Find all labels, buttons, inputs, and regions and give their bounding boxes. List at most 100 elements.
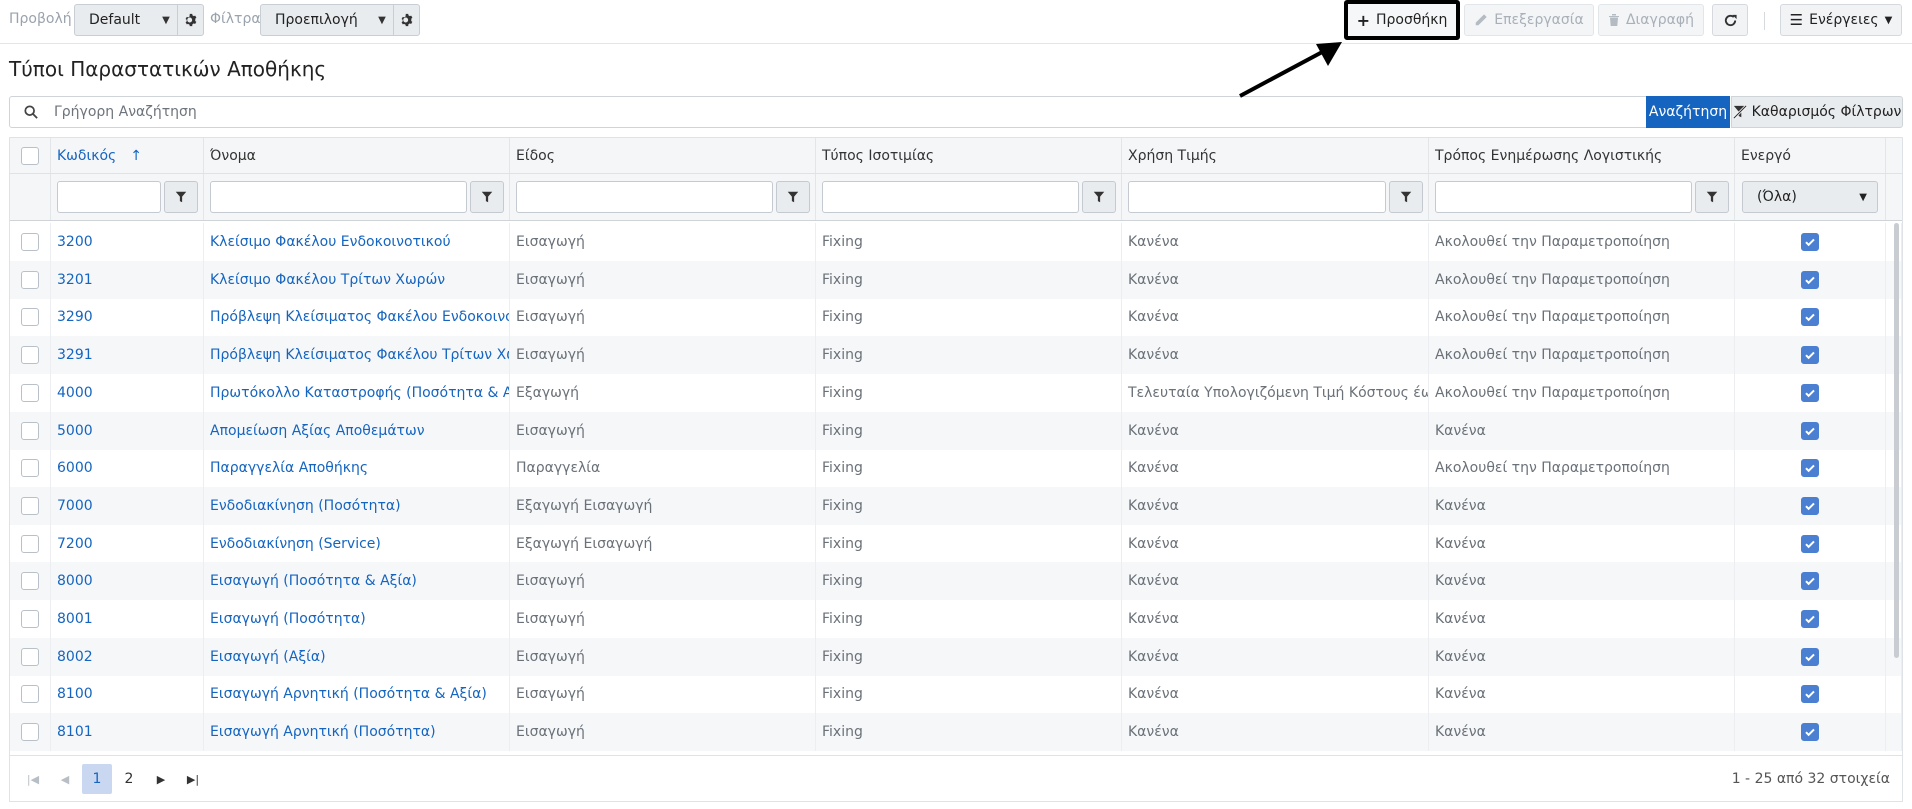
- active-filter-select[interactable]: (Όλα) ▼: [1742, 181, 1878, 213]
- row-name-link[interactable]: Κλείσιμο Φακέλου Ενδοκοινοτικού: [210, 234, 451, 250]
- table-row[interactable]: 8002 Εισαγωγή (Αξία) Εισαγωγή Fixing Κανένα Κ…: [10, 637, 1902, 676]
- row-checkbox[interactable]: [21, 270, 39, 289]
- page-button-1[interactable]: 1: [82, 764, 112, 794]
- row-name-link[interactable]: Εισαγωγή (Αξία): [210, 649, 326, 665]
- row-name-link[interactable]: Εισαγωγή Αρνητική (Ποσότητα): [210, 724, 436, 740]
- search-button[interactable]: Αναζήτηση: [1646, 96, 1730, 128]
- view-dropdown[interactable]: Default ▼: [74, 4, 204, 36]
- table-row[interactable]: 4000 Πρωτόκολλο Καταστροφής (Ποσότητα & Α…: [10, 373, 1902, 412]
- row-checkbox[interactable]: [21, 308, 39, 327]
- row-code-link[interactable]: 3200: [57, 234, 93, 250]
- column-header-name[interactable]: Όνομα: [204, 138, 510, 173]
- row-active-checkbox[interactable]: [1801, 496, 1819, 515]
- filter-input-name[interactable]: [210, 181, 467, 213]
- table-row[interactable]: 7000 Ενδοδιακίνηση (Ποσότητα) Εξαγωγή Εισα…: [10, 486, 1902, 525]
- row-name-link[interactable]: Παραγγελία Αποθήκης: [210, 460, 368, 476]
- row-active-checkbox[interactable]: [1801, 346, 1819, 365]
- row-active-checkbox[interactable]: [1801, 308, 1819, 327]
- row-code-link[interactable]: 4000: [57, 385, 93, 401]
- table-row[interactable]: 8000 Εισαγωγή (Ποσότητα & Αξία) Εισαγωγή Fi…: [10, 562, 1902, 601]
- clear-filters-button[interactable]: Καθαρισμός Φίλτρων: [1731, 96, 1903, 128]
- row-code-link[interactable]: 5000: [57, 423, 93, 439]
- page-button-2[interactable]: 2: [114, 764, 144, 794]
- table-row[interactable]: 6000 Παραγγελία Αποθήκης Παραγγελία Fixing Κ…: [10, 449, 1902, 488]
- add-button[interactable]: + Προσθήκη: [1344, 0, 1460, 40]
- table-row[interactable]: 5000 Απομείωση Αξίας Αποθεμάτων Εισαγωγή Fi…: [10, 411, 1902, 450]
- row-active-checkbox[interactable]: [1801, 572, 1819, 591]
- refresh-button[interactable]: [1712, 4, 1748, 36]
- row-active-checkbox[interactable]: [1801, 270, 1819, 289]
- row-checkbox[interactable]: [21, 610, 39, 628]
- row-code-link[interactable]: 7000: [57, 498, 93, 514]
- table-row[interactable]: 3291 Πρόβλεψη Κλείσιματος Φακέλου Τρίτων …: [10, 336, 1902, 375]
- row-checkbox[interactable]: [21, 346, 39, 365]
- row-code-link[interactable]: 8100: [57, 686, 93, 702]
- next-page-button[interactable]: ▶: [146, 764, 176, 794]
- actions-menu-button[interactable]: ☰ Ενέργειες ▼: [1780, 4, 1902, 36]
- edit-button[interactable]: Επεξεργασία: [1464, 4, 1594, 36]
- column-header-rate-type[interactable]: Τύπος Ισοτιμίας: [816, 138, 1122, 173]
- row-name-link[interactable]: Εισαγωγή (Ποσότητα): [210, 611, 366, 627]
- table-row[interactable]: 3290 Πρόβλεψη Κλείσιματος Φακέλου Ενδοκοι…: [10, 298, 1902, 337]
- row-code-link[interactable]: 3201: [57, 272, 93, 288]
- row-active-checkbox[interactable]: [1801, 723, 1819, 742]
- row-checkbox[interactable]: [21, 534, 39, 553]
- filter-dropdown[interactable]: Προεπιλογή ▼: [260, 4, 420, 36]
- row-active-checkbox[interactable]: [1801, 610, 1819, 628]
- row-code-link[interactable]: 8101: [57, 724, 93, 740]
- row-checkbox[interactable]: [21, 233, 39, 251]
- delete-button[interactable]: Διαγραφή: [1598, 4, 1704, 36]
- filter-input-rate-type[interactable]: [822, 181, 1079, 213]
- first-page-button[interactable]: |◀: [18, 764, 48, 794]
- row-name-link[interactable]: Ενδοδιακίνηση (Ποσότητα): [210, 498, 401, 514]
- row-active-checkbox[interactable]: [1801, 647, 1819, 666]
- row-active-checkbox[interactable]: [1801, 383, 1819, 402]
- row-checkbox[interactable]: [21, 421, 39, 440]
- column-header-kind[interactable]: Είδος: [510, 138, 816, 173]
- row-checkbox[interactable]: [21, 685, 39, 704]
- row-active-checkbox[interactable]: [1801, 421, 1819, 440]
- table-row[interactable]: 3200 Κλείσιμο Φακέλου Ενδοκοινοτικού Εισαγ…: [10, 223, 1902, 261]
- table-row[interactable]: 8101 Εισαγωγή Αρνητική (Ποσότητα) Εισαγωγή…: [10, 713, 1902, 752]
- row-code-link[interactable]: 8001: [57, 611, 93, 627]
- row-name-link[interactable]: Πρόβλεψη Κλείσιματος Φακέλου Ενδοκοινοτι: [210, 309, 509, 325]
- filter-button-accounting-update[interactable]: [1695, 181, 1729, 213]
- row-checkbox[interactable]: [21, 496, 39, 515]
- row-code-link[interactable]: 3290: [57, 309, 93, 325]
- row-name-link[interactable]: Κλείσιμο Φακέλου Τρίτων Χωρών: [210, 272, 445, 288]
- filter-input-price-use[interactable]: [1128, 181, 1386, 213]
- column-header-price-use[interactable]: Χρήση Τιμής: [1122, 138, 1429, 173]
- row-name-link[interactable]: Πρωτόκολλο Καταστροφής (Ποσότητα & Αξία): [210, 385, 509, 401]
- view-settings-button[interactable]: [177, 5, 203, 35]
- row-checkbox[interactable]: [21, 383, 39, 402]
- row-code-link[interactable]: 7200: [57, 536, 93, 552]
- row-checkbox[interactable]: [21, 723, 39, 742]
- filter-settings-button[interactable]: [393, 5, 419, 35]
- select-all-checkbox[interactable]: [21, 146, 39, 165]
- row-active-checkbox[interactable]: [1801, 233, 1819, 251]
- quick-search-input[interactable]: [52, 103, 1646, 121]
- table-row[interactable]: 7200 Ενδοδιακίνηση (Service) Εξαγωγή Εισαγ…: [10, 524, 1902, 563]
- filter-input-accounting-update[interactable]: [1435, 181, 1692, 213]
- filter-button-price-use[interactable]: [1389, 181, 1423, 213]
- filter-button-rate-type[interactable]: [1082, 181, 1116, 213]
- previous-page-button[interactable]: ◀: [50, 764, 80, 794]
- row-active-checkbox[interactable]: [1801, 685, 1819, 704]
- column-header-accounting-update[interactable]: Τρόπος Ενημέρωσης Λογιστικής: [1429, 138, 1735, 173]
- row-checkbox[interactable]: [21, 572, 39, 591]
- row-checkbox[interactable]: [21, 459, 39, 478]
- row-active-checkbox[interactable]: [1801, 459, 1819, 478]
- filter-button-kind[interactable]: [776, 181, 810, 213]
- filter-button-name[interactable]: [470, 181, 504, 213]
- table-row[interactable]: 3201 Κλείσιμο Φακέλου Τρίτων Χωρών Εισαγωγ…: [10, 260, 1902, 299]
- row-checkbox[interactable]: [21, 647, 39, 666]
- filter-button-code[interactable]: [164, 181, 198, 213]
- row-active-checkbox[interactable]: [1801, 534, 1819, 553]
- table-row[interactable]: 8100 Εισαγωγή Αρνητική (Ποσότητα & Αξία) Ε…: [10, 675, 1902, 714]
- column-header-code[interactable]: Κωδικός ↑: [51, 138, 204, 173]
- row-name-link[interactable]: Εισαγωγή (Ποσότητα & Αξία): [210, 573, 417, 589]
- table-row[interactable]: 8001 Εισαγωγή (Ποσότητα) Εισαγωγή Fixing Καν…: [10, 600, 1902, 638]
- row-name-link[interactable]: Απομείωση Αξίας Αποθεμάτων: [210, 423, 425, 439]
- filter-input-kind[interactable]: [516, 181, 773, 213]
- column-header-active[interactable]: Ενεργό: [1735, 138, 1886, 173]
